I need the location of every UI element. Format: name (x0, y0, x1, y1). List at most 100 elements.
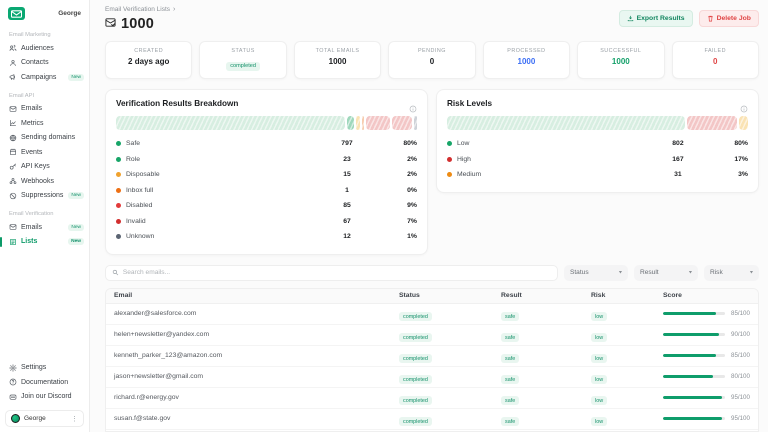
breadcrumb-label[interactable]: Email Verification Lists (105, 6, 170, 13)
panels-row: Verification Results BreakdownSafe79780%… (105, 89, 759, 255)
sidebar-item-join-our-discord[interactable]: Join our Discord (0, 390, 89, 405)
sidebar-item-campaigns[interactable]: CampaignsNew (0, 70, 89, 85)
sidebar-item-settings[interactable]: Settings (0, 361, 89, 376)
legend-row: Disabled859% (116, 198, 417, 214)
table-row[interactable]: richard.r@energy.govcompletedsafelow95/1… (106, 388, 758, 409)
export-results-button[interactable]: Export Results (619, 10, 693, 27)
bar-segment-medium (739, 116, 748, 130)
user-menu[interactable]: George ⋮ (5, 410, 84, 427)
legend-label: Inbox full (126, 187, 153, 194)
sidebar-item-emails[interactable]: EmailsNew (0, 220, 89, 235)
table-row[interactable]: kenneth_parker_123@amazon.comcompletedsa… (106, 346, 758, 367)
legend-percent: 80% (708, 140, 748, 147)
info-icon[interactable] (409, 100, 417, 108)
results-table: EmailStatusResultRiskScore alexander@sal… (105, 288, 759, 432)
sidebar-item-label: Emails (21, 105, 42, 112)
email-cell: kenneth_parker_123@amazon.com (114, 352, 399, 359)
download-icon (627, 15, 634, 22)
sidebar-item-lists[interactable]: ListsNew (0, 235, 89, 250)
sidebar-item-sending-domains[interactable]: Sending domains (0, 131, 89, 146)
legend-row: Disposable152% (116, 167, 417, 183)
sidebar-item-emails[interactable]: Emails (0, 102, 89, 117)
stat-value: 1000 (488, 57, 565, 66)
score-label: 95/100 (731, 415, 750, 422)
app-logo-icon[interactable] (8, 7, 25, 20)
legend-percent: 17% (708, 156, 748, 163)
stat-card-failed: FAILED0 (672, 41, 759, 79)
table-row[interactable]: helen+newsletter@yandex.comcompletedsafe… (106, 325, 758, 346)
stat-card-processed: PROCESSED1000 (483, 41, 570, 79)
emails-icon (9, 105, 17, 113)
legend: Safe79780%Role232%Disposable152%Inbox fu… (116, 136, 417, 245)
sidebar-item-webhooks[interactable]: Webhooks (0, 174, 89, 189)
status-badge: completed (399, 396, 432, 405)
suppressions-icon (9, 192, 17, 200)
column-header-result: Result (501, 292, 591, 299)
new-badge: New (68, 224, 84, 231)
audiences-icon (9, 44, 17, 52)
score-label: 85/100 (731, 352, 750, 359)
sidebar-item-events[interactable]: Events (0, 145, 89, 160)
legend: Low80280%High16717%Medium313% (447, 136, 748, 183)
sidebar-item-audiences[interactable]: Audiences (0, 41, 89, 56)
legend-count: 23 (317, 156, 377, 163)
score-label: 95/100 (731, 394, 750, 401)
chevron-down-icon: ▾ (619, 270, 622, 276)
result-filter-dropdown[interactable]: Result ▾ (634, 265, 698, 281)
risk-filter-dropdown[interactable]: Risk ▾ (704, 265, 759, 281)
score-cell: 90/100 (663, 331, 750, 338)
sidebar-item-metrics[interactable]: Metrics (0, 116, 89, 131)
chevron-down-icon: ▾ (750, 270, 753, 276)
sidebar-item-documentation[interactable]: Documentation (0, 375, 89, 390)
breadcrumb[interactable]: Email Verification Lists › (105, 6, 175, 13)
status-filter-dropdown[interactable]: Status ▾ (564, 265, 628, 281)
legend-count: 15 (317, 171, 377, 178)
risk-filter-label: Risk (710, 269, 723, 276)
webhooks-icon (9, 177, 17, 185)
legend-dot (116, 141, 121, 146)
legend-dot (116, 234, 121, 239)
delete-job-label: Delete Job (717, 15, 751, 22)
email-cell: helen+newsletter@yandex.com (114, 331, 399, 338)
search-box[interactable] (105, 265, 558, 281)
delete-job-button[interactable]: Delete Job (699, 10, 759, 27)
table-body: alexander@salesforce.comcompletedsafelow… (106, 304, 758, 430)
column-header-status: Status (399, 292, 501, 299)
column-header-email: Email (114, 292, 399, 299)
score-cell: 85/100 (663, 352, 750, 359)
email-cell: susan.f@state.gov (114, 415, 399, 422)
sidebar-item-suppressions[interactable]: SuppressionsNew (0, 189, 89, 204)
panel-verification-results-breakdown: Verification Results BreakdownSafe79780%… (105, 89, 428, 255)
legend-dot (116, 157, 121, 162)
stacked-bar (447, 116, 748, 130)
email-cell: alexander@salesforce.com (114, 310, 399, 317)
chevron-down-icon: ▾ (689, 270, 692, 276)
score-bar (663, 417, 725, 421)
sidebar-section-label: Email API (0, 85, 89, 102)
legend-count: 12 (317, 233, 377, 240)
legend-row: Medium313% (447, 167, 748, 183)
sidebar-item-label: Metrics (21, 120, 44, 127)
sidebar-item-api-keys[interactable]: API Keys (0, 160, 89, 175)
sidebar-item-contacts[interactable]: Contacts (0, 56, 89, 71)
sidebar-section-label: Email Verification (0, 203, 89, 220)
legend-count: 85 (317, 202, 377, 209)
legend-dot (447, 141, 452, 146)
table-row[interactable]: alexander@salesforce.comcompletedsafelow… (106, 304, 758, 325)
info-icon[interactable] (740, 100, 748, 108)
sidebar-item-label: Contacts (21, 59, 49, 66)
legend-percent: 2% (377, 156, 417, 163)
search-icon (112, 269, 119, 276)
result-badge: safe (501, 375, 519, 384)
stat-value: 1000 (582, 57, 659, 66)
events-icon (9, 148, 17, 156)
table-row[interactable]: jason+newsletter@gmail.comcompletedsafel… (106, 367, 758, 388)
sidebar-header: George (0, 0, 89, 24)
table-row[interactable]: susan.f@state.govcompletedsafelow95/100 (106, 409, 758, 430)
stat-value-badge: completed (226, 62, 260, 71)
more-options-icon[interactable]: ⋮ (71, 415, 78, 423)
search-input[interactable] (123, 269, 551, 276)
sidebar-item-label: API Keys (21, 163, 50, 170)
trash-icon (707, 15, 714, 22)
workspace-name[interactable]: George (58, 10, 81, 17)
